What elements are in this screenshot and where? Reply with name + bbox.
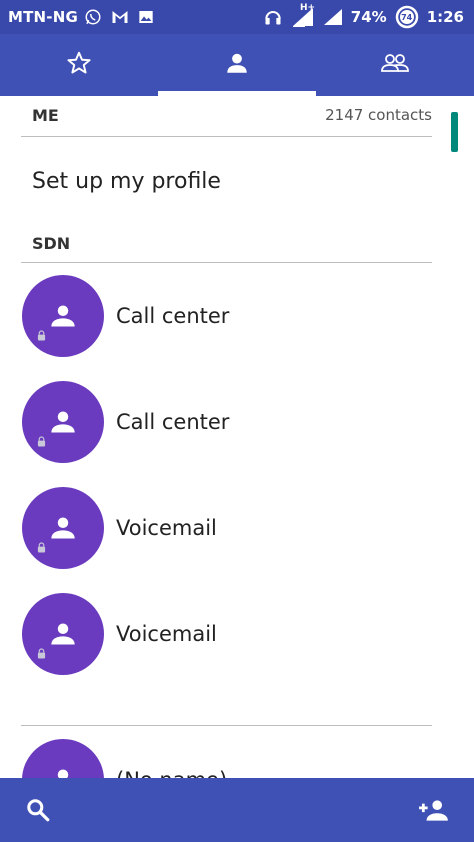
contact-item[interactable]: Call center	[0, 268, 440, 364]
battery-saver-icon: 74	[395, 5, 419, 29]
lock-icon	[37, 330, 46, 341]
person-icon	[51, 305, 75, 327]
contact-name: Call center	[116, 304, 230, 328]
status-bar: MTN-NG H+ 74% 74 1:26	[0, 0, 474, 34]
divider	[21, 136, 432, 137]
tab-bar	[0, 34, 474, 96]
avatar	[22, 593, 104, 675]
avatar	[22, 381, 104, 463]
contact-name: Voicemail	[116, 622, 217, 646]
contact-item[interactable]: (No name)	[0, 732, 440, 778]
headset-icon	[263, 7, 283, 27]
section-header-me: ME	[32, 106, 59, 125]
whatsapp-icon	[84, 8, 102, 26]
section-header-sdn: SDN	[32, 234, 71, 253]
bottom-action-bar	[0, 778, 474, 842]
divider	[21, 262, 432, 263]
contact-count: 2147 contacts	[325, 106, 432, 124]
battery-percent: 74%	[350, 8, 387, 26]
search-button[interactable]	[6, 778, 70, 842]
avatar	[22, 739, 104, 778]
battery-saver-level: 74	[401, 12, 413, 22]
star-icon	[66, 50, 92, 80]
group-icon	[380, 50, 410, 80]
carrier-name: MTN-NG	[8, 8, 79, 26]
avatar	[22, 487, 104, 569]
image-icon	[138, 9, 154, 25]
gmail-icon	[111, 9, 129, 25]
person-icon	[51, 623, 75, 645]
divider	[21, 725, 432, 726]
contact-item[interactable]: Voicemail	[0, 480, 440, 576]
signal-strength-icon	[323, 8, 343, 26]
person-icon	[224, 50, 250, 80]
lock-icon	[37, 436, 46, 447]
person-icon	[51, 517, 75, 539]
contact-item[interactable]: Voicemail	[0, 586, 440, 682]
contact-name: (No name)	[116, 768, 227, 778]
tab-contacts[interactable]	[158, 34, 316, 96]
signal-icon	[291, 7, 315, 27]
person-icon	[57, 769, 69, 778]
profile-label: Set up my profile	[32, 168, 221, 194]
contact-list[interactable]: ME 2147 contacts Set up my profile SDN C…	[0, 96, 474, 778]
clock: 1:26	[426, 8, 464, 26]
avatar	[22, 275, 104, 357]
tab-groups[interactable]	[316, 34, 474, 96]
tab-favorites[interactable]	[0, 34, 158, 96]
contact-item[interactable]: Call center	[0, 374, 440, 470]
set-up-profile-item[interactable]: Set up my profile	[0, 148, 440, 214]
add-contact-button[interactable]	[402, 778, 466, 842]
lock-icon	[37, 542, 46, 553]
search-icon	[27, 799, 50, 822]
contact-name: Voicemail	[116, 516, 217, 540]
person-icon	[51, 411, 75, 433]
contact-name: Call center	[116, 410, 230, 434]
scrollbar-thumb[interactable]	[451, 112, 458, 152]
lock-icon	[37, 648, 46, 659]
add-person-icon	[419, 800, 448, 821]
